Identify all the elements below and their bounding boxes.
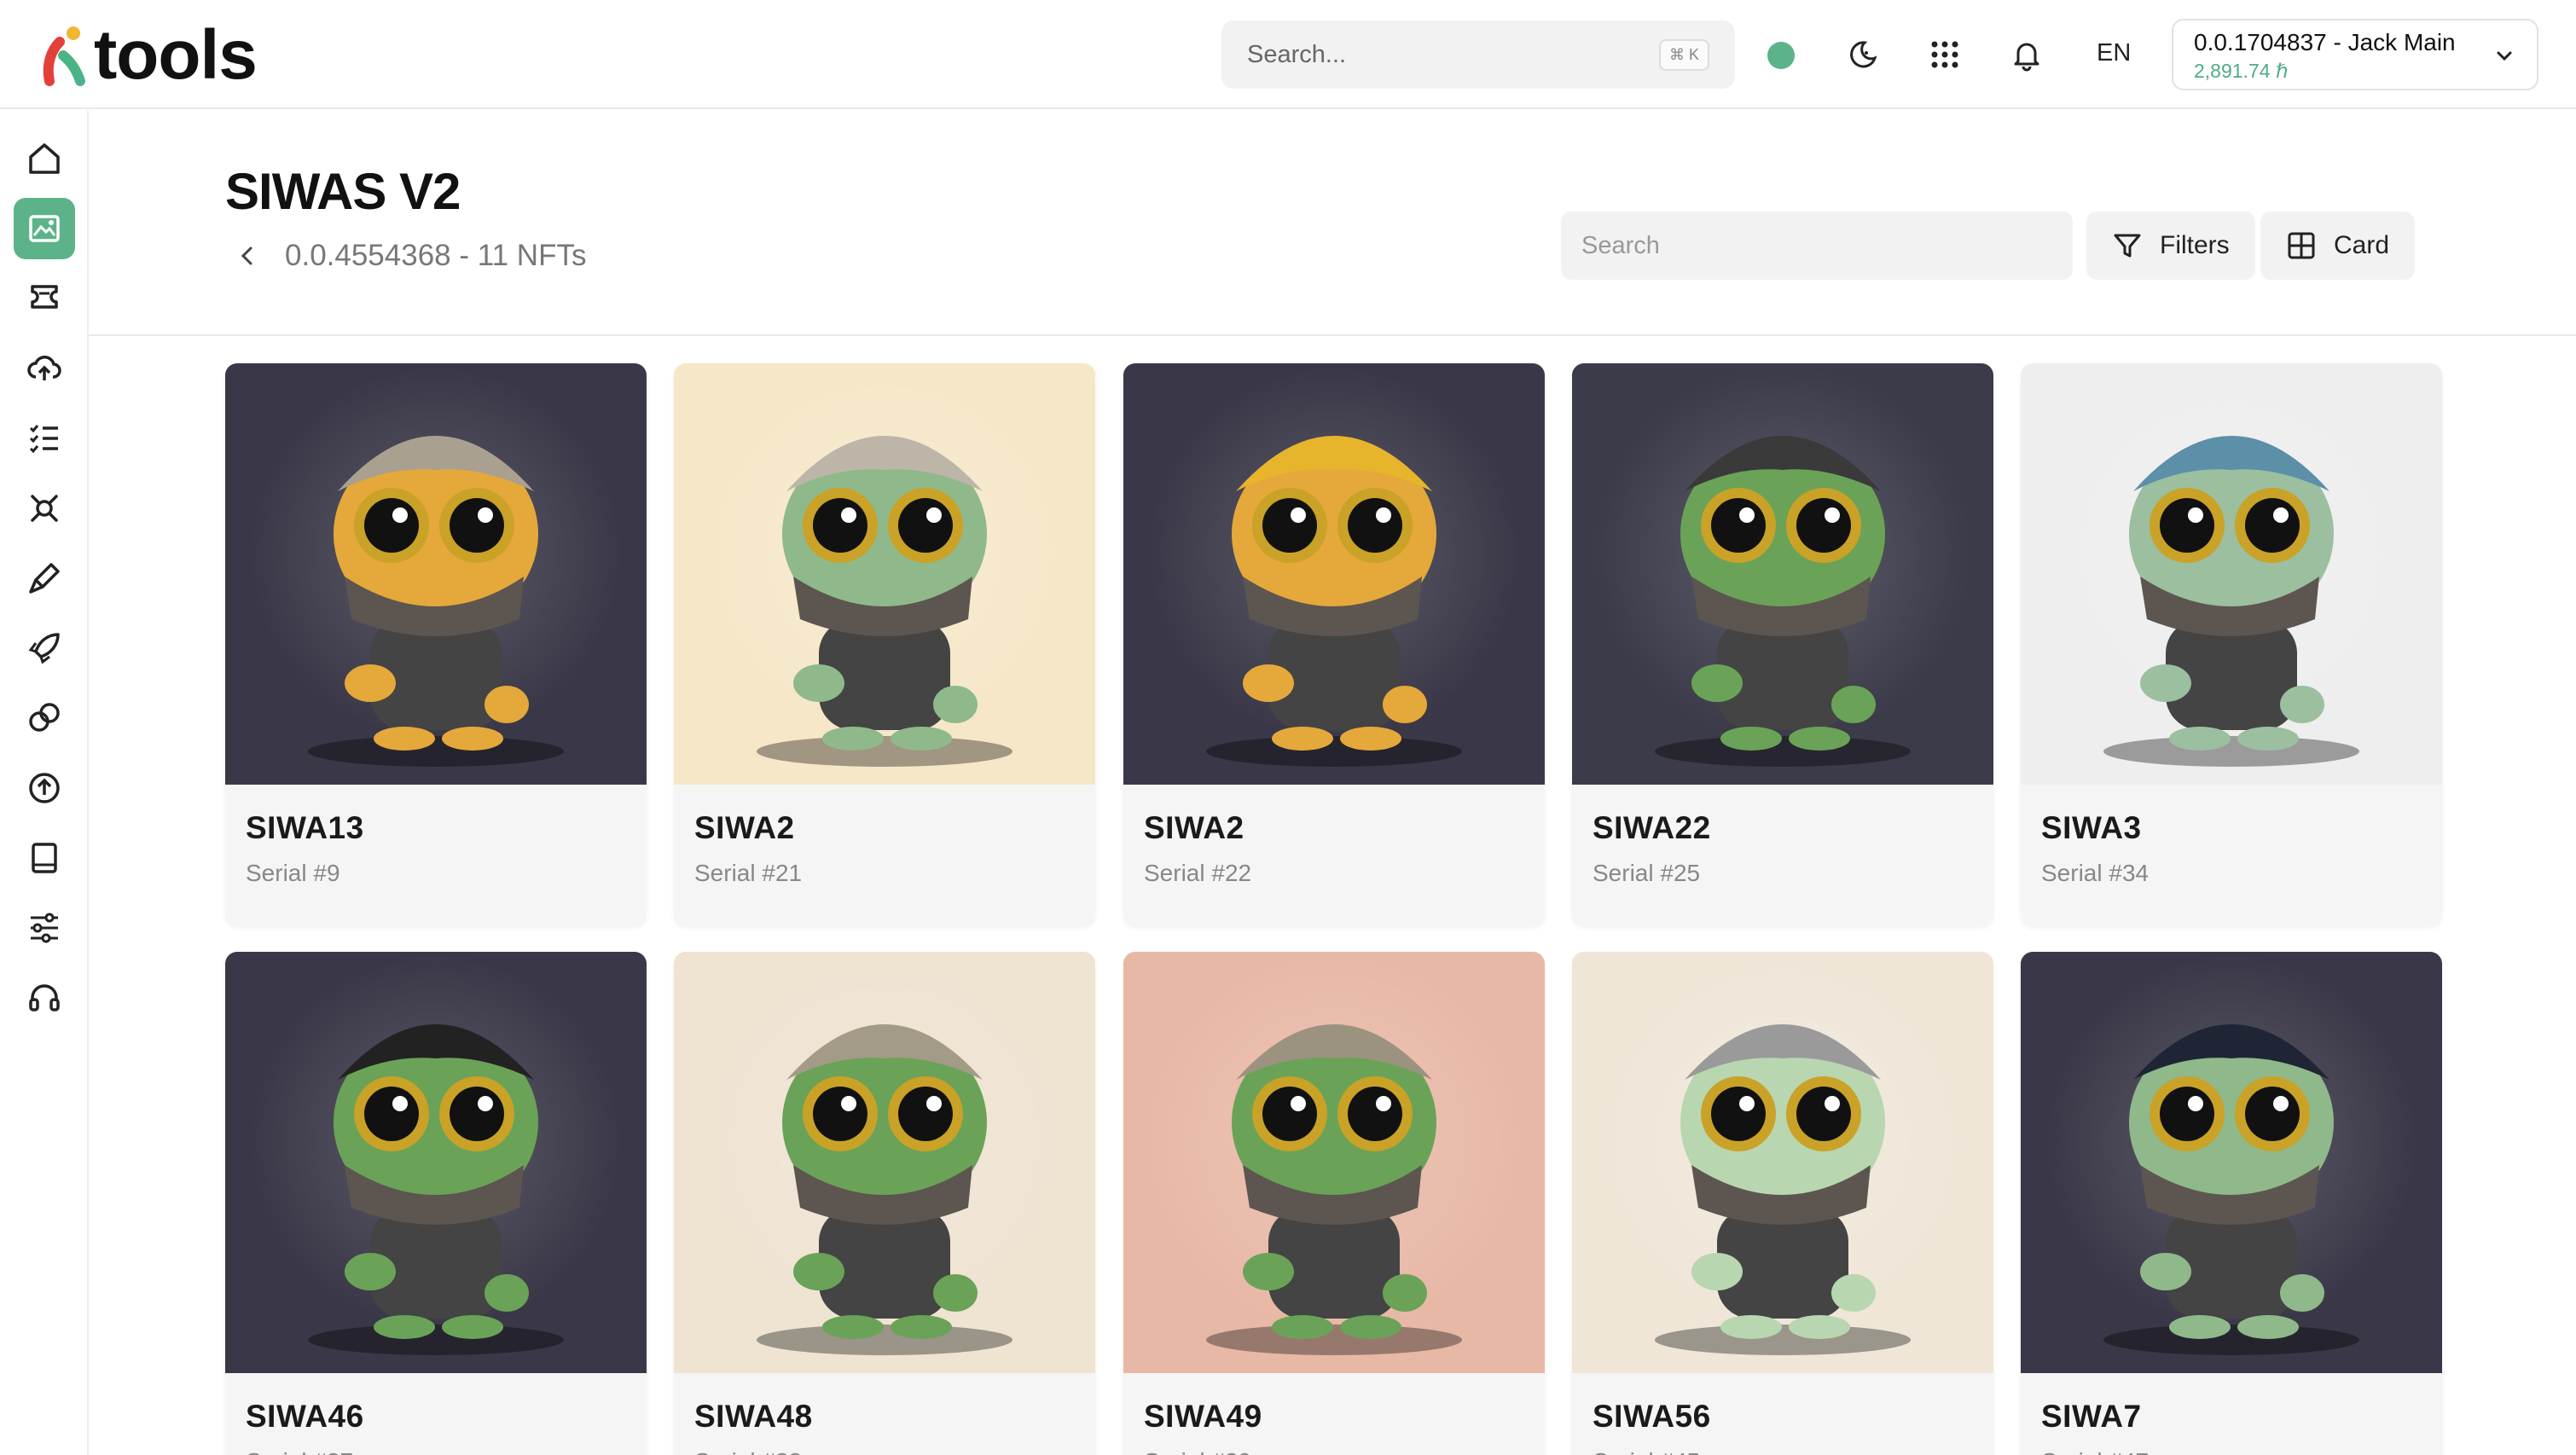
collection-subtitle: 0.0.4554368 - 11 NFTs	[285, 239, 586, 273]
logo[interactable]: tools	[38, 16, 258, 94]
cloud-upload-icon	[27, 356, 61, 380]
page-title: SIWAS V2	[225, 163, 461, 220]
collection-token-id[interactable]: 0.0.4554368	[285, 239, 451, 272]
sidebar-item-support[interactable]	[14, 967, 75, 1029]
filters-label: Filters	[2160, 231, 2230, 259]
global-search[interactable]: ⌘ K	[1221, 20, 1735, 89]
nft-card[interactable]: SIWA2 Serial #21	[674, 363, 1095, 926]
sidebar-item-home[interactable]	[14, 128, 75, 189]
nft-card[interactable]: SIWA2 Serial #22	[1123, 363, 1545, 926]
sidebar-item-tokens[interactable]	[14, 268, 75, 329]
nft-name: SIWA49	[1144, 1399, 1262, 1434]
nft-name: SIWA22	[1593, 810, 1711, 845]
coins-icon	[29, 703, 60, 732]
nft-image	[1123, 952, 1545, 1373]
sidebar	[0, 111, 89, 1455]
sidebar-item-transfer[interactable]	[14, 757, 75, 819]
nft-count: 11 NFTs	[477, 239, 587, 272]
nft-image	[674, 952, 1095, 1373]
sidebar-item-docs[interactable]	[14, 827, 75, 889]
nft-serial: Serial #39	[1144, 1448, 1251, 1455]
nft-image	[225, 952, 647, 1373]
logo-text: tools	[94, 16, 258, 94]
nft-serial: Serial #38	[694, 1448, 802, 1455]
sidebar-item-nfts[interactable]	[14, 198, 75, 259]
account-balance: 2,891.74 ℏ	[2194, 60, 2289, 82]
view-label: Card	[2334, 231, 2390, 259]
filters-button[interactable]: Filters	[2086, 212, 2255, 280]
token-icon	[31, 285, 58, 309]
sidebar-item-launch[interactable]	[14, 617, 75, 679]
nft-search-input[interactable]	[1561, 212, 2073, 280]
nft-name: SIWA3	[2041, 810, 2142, 845]
language-selector[interactable]: EN	[2097, 39, 2131, 67]
account-name: 0.0.1704837 - Jack Main	[2194, 29, 2456, 55]
nft-name: SIWA56	[1593, 1399, 1711, 1434]
nft-card[interactable]: SIWA22 Serial #25	[1572, 363, 1993, 926]
chevron-down-icon	[2497, 51, 2512, 61]
nft-name: SIWA7	[2041, 1399, 2142, 1434]
nft-card[interactable]: SIWA13 Serial #9	[225, 363, 647, 926]
sidebar-item-design[interactable]	[14, 548, 75, 609]
nft-serial: Serial #37	[246, 1448, 353, 1455]
nft-image	[1572, 952, 1993, 1373]
nft-image	[1572, 363, 1993, 785]
nft-serial: Serial #25	[1593, 860, 1701, 886]
nft-serial: Serial #9	[246, 860, 340, 886]
nft-name: SIWA2	[1144, 810, 1244, 845]
nft-serial: Serial #47	[2041, 1448, 2149, 1455]
app-root: tools ⌘ K EN 0.0.1704837 - Jack Main 2,8…	[0, 0, 2576, 1455]
view-toggle-button[interactable]: Card	[2260, 212, 2416, 280]
search-shortcut-badge: ⌘ K	[1658, 38, 1709, 71]
nft-card[interactable]: SIWA49 Serial #39	[1123, 952, 1545, 1455]
sidebar-item-tasks[interactable]	[14, 408, 75, 469]
nft-card[interactable]: SIWA48 Serial #38	[674, 952, 1095, 1455]
account-selector[interactable]: 0.0.1704837 - Jack Main 2,891.74 ℏ	[2172, 19, 2538, 90]
sidebar-item-upload[interactable]	[14, 338, 75, 399]
sidebar-item-settings[interactable]	[14, 897, 75, 959]
nft-serial: Serial #45	[1593, 1448, 1700, 1455]
nft-card[interactable]: SIWA56 Serial #45	[1572, 952, 1993, 1455]
sidebar-item-tokens-swap[interactable]	[14, 687, 75, 749]
back-button[interactable]	[237, 241, 263, 271]
apps-grid-icon[interactable]	[1924, 34, 1965, 75]
headset-icon	[29, 984, 60, 1012]
sidebar-item-network[interactable]	[14, 478, 75, 539]
grid-view-icon	[2288, 232, 2315, 259]
home-icon	[29, 143, 60, 174]
upload-circle-icon	[29, 773, 60, 803]
nft-name: SIWA2	[694, 810, 795, 845]
chevron-left-icon	[241, 246, 252, 265]
global-search-input[interactable]	[1247, 40, 1659, 69]
sliders-icon	[31, 913, 58, 943]
top-bar: tools ⌘ K EN 0.0.1704837 - Jack Main 2,8…	[0, 0, 2576, 109]
rocket-icon	[28, 633, 60, 664]
nft-serial: Serial #21	[694, 860, 803, 886]
theme-toggle-icon[interactable]	[1842, 34, 1883, 75]
nft-image	[674, 363, 1095, 785]
nft-image	[225, 363, 647, 785]
nft-image	[1123, 363, 1545, 785]
nft-name: SIWA13	[246, 810, 364, 845]
nft-card[interactable]: SIWA7 Serial #47	[2021, 952, 2442, 1455]
network-icon	[31, 495, 58, 522]
nft-image	[2021, 363, 2442, 785]
book-icon	[32, 843, 57, 873]
nft-name: SIWA48	[694, 1399, 813, 1434]
nft-image	[2021, 952, 2442, 1373]
header-divider	[89, 334, 2576, 336]
bell-icon[interactable]	[2006, 34, 2047, 75]
nft-name: SIWA46	[246, 1399, 364, 1434]
nft-card[interactable]: SIWA3 Serial #34	[2021, 363, 2442, 926]
filter-icon	[2114, 234, 2141, 258]
logo-mark-icon	[43, 26, 85, 86]
checklist-icon	[29, 425, 58, 454]
nft-serial: Serial #34	[2041, 860, 2150, 886]
nft-gallery-icon	[29, 215, 60, 242]
brush-icon	[29, 563, 60, 594]
network-status-dot[interactable]	[1767, 42, 1795, 69]
subtitle-separator: -	[450, 239, 478, 272]
nft-serial: Serial #22	[1144, 860, 1252, 886]
nft-card[interactable]: SIWA46 Serial #37	[225, 952, 647, 1455]
